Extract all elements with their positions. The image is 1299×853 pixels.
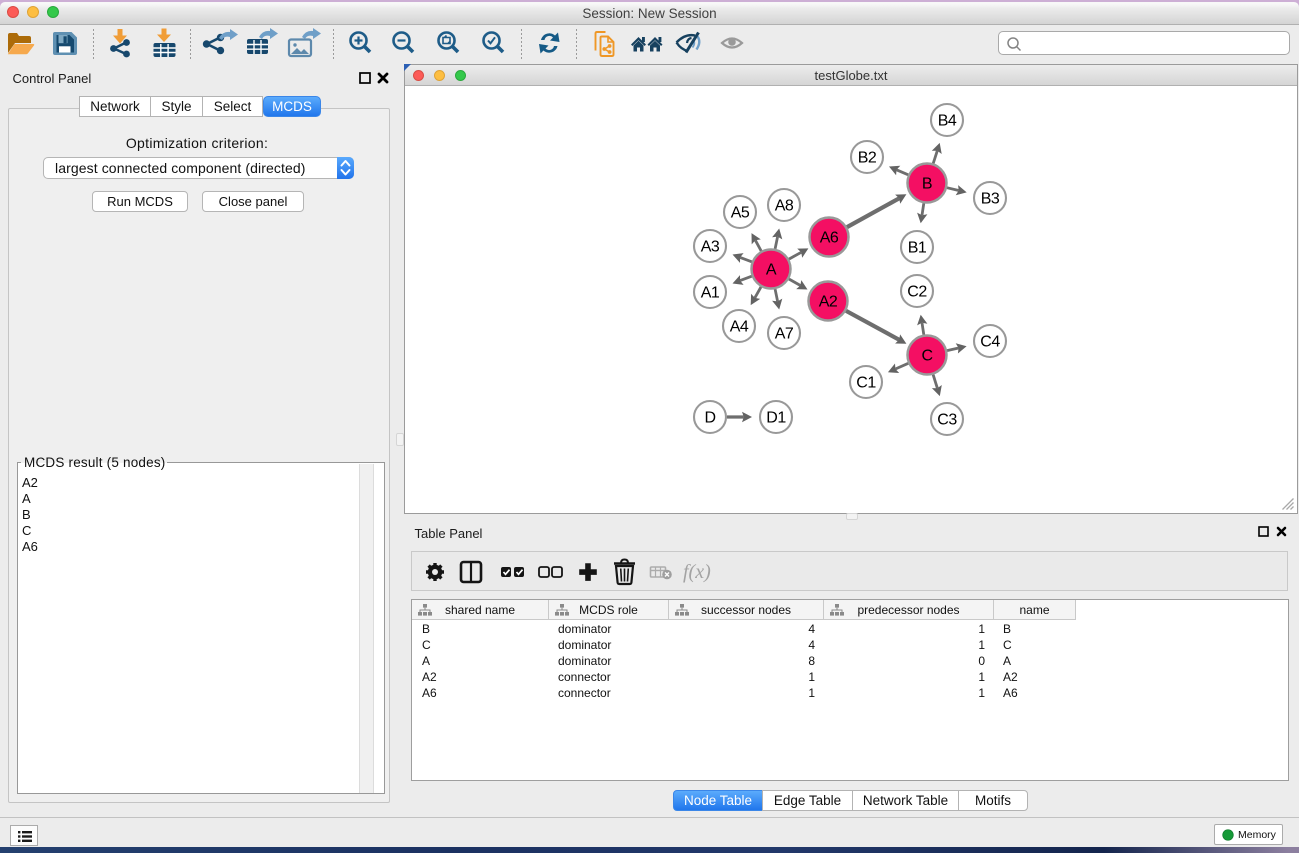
svg-text:D1: D1 [766,410,786,427]
svg-text:C: C [921,348,932,365]
svg-text:B3: B3 [981,191,1000,208]
svg-text:A: A [766,262,777,279]
svg-text:B: B [922,176,932,193]
svg-text:C1: C1 [856,375,876,392]
svg-text:C4: C4 [980,334,1000,351]
svg-text:B4: B4 [938,113,957,130]
svg-text:A5: A5 [731,205,750,222]
svg-text:A7: A7 [775,326,794,343]
svg-text:C2: C2 [907,284,927,301]
svg-text:A6: A6 [820,230,839,247]
svg-text:A2: A2 [819,294,838,311]
svg-text:B1: B1 [908,240,927,257]
svg-text:C3: C3 [937,412,957,429]
svg-text:A1: A1 [701,285,720,302]
svg-text:A8: A8 [775,198,794,215]
svg-text:D: D [704,410,715,427]
svg-text:A3: A3 [701,239,720,256]
svg-text:B2: B2 [858,150,877,167]
svg-text:f(x): f(x) [683,561,711,583]
svg-text:A4: A4 [730,319,749,336]
